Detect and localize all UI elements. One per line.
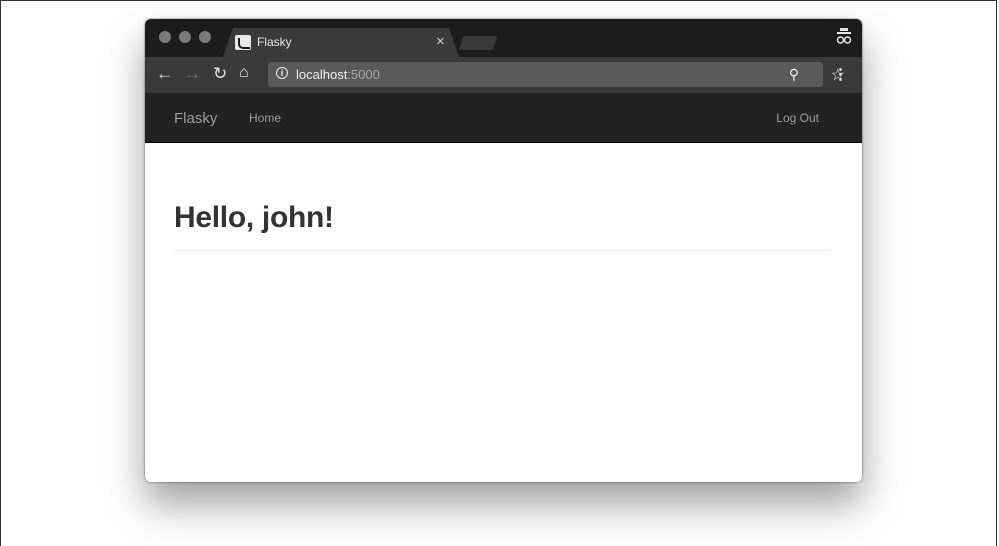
menu-icon[interactable]: ⋮: [833, 65, 848, 83]
tab-close-icon[interactable]: ×: [436, 33, 445, 50]
url-port: :5000: [347, 67, 380, 82]
page-content: Hello, john!: [145, 143, 862, 482]
back-icon[interactable]: ←: [156, 64, 173, 84]
tab-title: Flasky: [257, 35, 292, 49]
favicon-icon: [235, 35, 251, 50]
home-icon[interactable]: ⌂: [239, 64, 249, 82]
nav-link-home[interactable]: Home: [249, 111, 281, 125]
url-host: localhost: [296, 67, 348, 82]
site-navbar: Flasky Home Log Out: [145, 93, 862, 143]
close-window-button[interactable]: [159, 31, 171, 43]
new-tab-button[interactable]: [458, 36, 498, 50]
browser-titlebar: Flasky ×: [145, 19, 862, 57]
zoom-icon[interactable]: ⚲: [789, 66, 799, 83]
heading-divider: [174, 250, 831, 251]
maximize-window-button[interactable]: [199, 31, 211, 43]
reload-icon[interactable]: ↻: [213, 64, 227, 84]
minimize-window-button[interactable]: [179, 31, 191, 43]
incognito-icon: [836, 28, 852, 44]
address-text: localhost:5000: [296, 67, 380, 82]
navbar-brand[interactable]: Flasky: [174, 110, 217, 127]
forward-icon[interactable]: →: [184, 64, 201, 84]
browser-toolbar: ← → ↻ ⌂ i localhost:5000 ⚲ ☆ ⋮: [145, 57, 862, 93]
browser-window: Flasky × ← → ↻ ⌂ i localhost:5000 ⚲ ☆ ⋮ …: [145, 19, 862, 482]
address-bar[interactable]: i localhost:5000 ⚲ ☆: [268, 62, 845, 87]
info-icon[interactable]: i: [276, 67, 288, 79]
browser-tab[interactable]: Flasky ×: [223, 28, 459, 57]
nav-link-logout[interactable]: Log Out: [776, 111, 819, 125]
page-title: Hello, john!: [174, 201, 334, 234]
